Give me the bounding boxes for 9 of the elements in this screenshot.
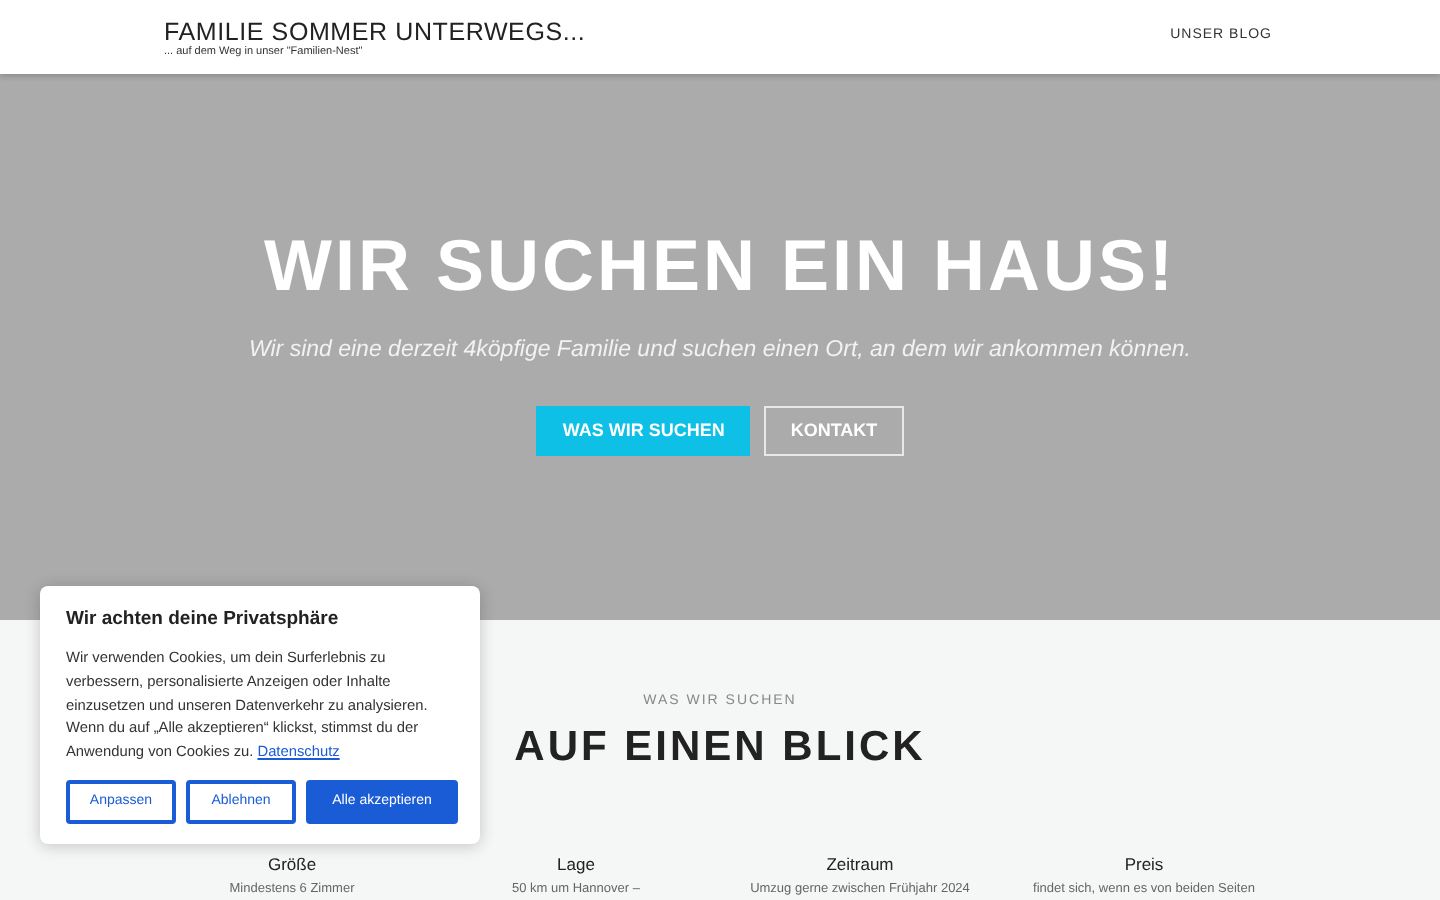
cookie-title: Wir achten deine Privatsphäre [66, 606, 341, 634]
column-title: Größe [265, 855, 319, 873]
column-title: Lage [555, 855, 597, 873]
site-title[interactable]: FAMILIE SOMMER UNTERWEGS... [164, 20, 586, 46]
column-title: Preis [1122, 855, 1166, 873]
hero-subtitle: Wir sind eine derzeit 4köpfige Familie und suchen einen Ort, an dem wir ankommen können. [248, 335, 1191, 366]
hero-title: WIR SUCHEN EIN HAUS! [263, 226, 1176, 306]
section-title: AUF EINEN BLICK [514, 721, 926, 772]
column-title: Zeitraum [824, 855, 896, 873]
